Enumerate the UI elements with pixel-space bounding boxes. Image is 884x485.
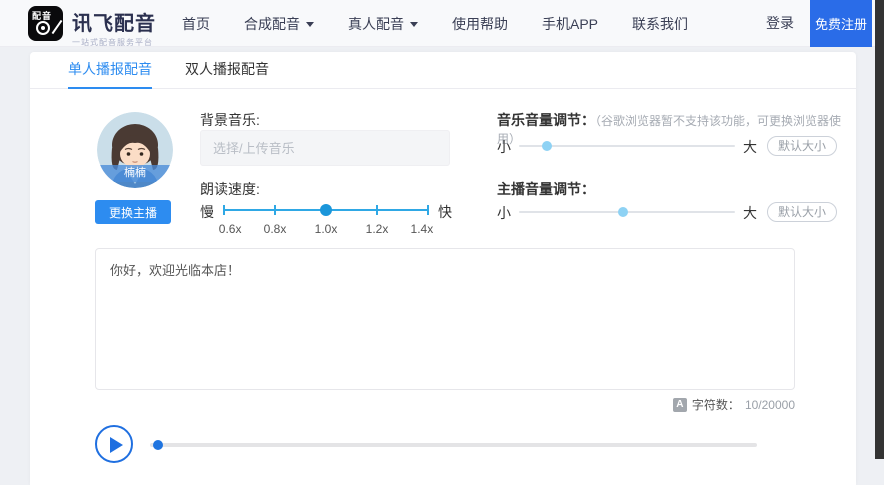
change-anchor-button[interactable]: 更换主播 xyxy=(95,200,171,224)
speed-tick-label[interactable]: 1.0x xyxy=(315,222,338,236)
speed-slider-track[interactable] xyxy=(224,209,428,211)
background-music-input[interactable] xyxy=(200,130,450,166)
speed-tick-label[interactable]: 1.4x xyxy=(411,222,434,236)
tab-single-broadcast[interactable]: 单人播报配音 xyxy=(68,52,152,89)
chevron-down-icon xyxy=(306,22,314,31)
tab-bar: 单人播报配音 双人播报配音 xyxy=(30,52,856,89)
audio-progress-handle[interactable] xyxy=(153,440,163,450)
nav-menu: 首页 合成配音 真人配音 使用帮助 手机APP 联系我们 xyxy=(182,0,688,47)
chevron-down-icon xyxy=(410,22,418,31)
brand-subtitle: 一站式配音服务平台 xyxy=(72,37,156,48)
music-volume-track[interactable] xyxy=(519,145,735,147)
speed-tick-labels: 0.6x 0.8x 1.0x 1.2x 1.4x xyxy=(224,222,428,236)
char-count-label: 字符数： xyxy=(692,396,740,413)
host-volume-label: 主播音量调节： xyxy=(497,179,595,199)
nav-item-contact[interactable]: 联系我们 xyxy=(632,14,688,34)
host-volume-reset-button[interactable]: 默认大小 xyxy=(767,202,837,222)
volume-min-label: 小 xyxy=(497,203,511,223)
audio-progress-bar[interactable] xyxy=(150,443,757,447)
speed-tick-label[interactable]: 0.6x xyxy=(219,222,242,236)
char-count-icon: A xyxy=(673,398,687,412)
nav-item-real-voice[interactable]: 真人配音 xyxy=(348,14,418,34)
reading-speed-slider: 慢 快 xyxy=(200,202,452,218)
anchor-avatar[interactable]: 楠楠 xyxy=(97,112,173,188)
tab-double-broadcast[interactable]: 双人播报配音 xyxy=(185,52,269,89)
music-volume-reset-button[interactable]: 默认大小 xyxy=(767,136,837,156)
nav-item-home[interactable]: 首页 xyxy=(182,14,210,34)
speed-tick-label[interactable]: 0.8x xyxy=(264,222,287,236)
brand-title: 讯飞配音 xyxy=(72,7,156,36)
reading-speed-label: 朗读速度: xyxy=(200,179,260,199)
music-volume-slider: 小 大 默认大小 xyxy=(497,136,853,156)
music-volume-handle[interactable] xyxy=(542,141,552,151)
volume-min-label: 小 xyxy=(497,137,511,157)
brand-logo-text[interactable]: 讯飞配音 一站式配音服务平台 xyxy=(72,7,156,48)
char-count: A 字符数： 10/20000 xyxy=(495,396,795,413)
nav-item-synth-dubbing[interactable]: 合成配音 xyxy=(244,14,314,34)
play-button[interactable] xyxy=(95,425,133,463)
page: 配音 讯飞配音 一站式配音服务平台 首页 合成配音 真人配音 使用帮助 手机AP… xyxy=(0,0,884,485)
volume-max-label: 大 xyxy=(743,203,757,223)
register-button[interactable]: 免费注册 xyxy=(810,0,872,47)
speed-min-label: 慢 xyxy=(200,202,214,222)
nav-item-help[interactable]: 使用帮助 xyxy=(452,14,508,34)
host-volume-handle[interactable] xyxy=(618,207,628,217)
script-text-area[interactable]: 你好，欢迎光临本店！ xyxy=(95,248,795,390)
volume-max-label: 大 xyxy=(743,137,757,157)
login-link[interactable]: 登录 xyxy=(766,0,794,47)
scrollbar[interactable] xyxy=(875,0,884,459)
background-music-label: 背景音乐: xyxy=(200,110,260,130)
speed-tick-label[interactable]: 1.2x xyxy=(366,222,389,236)
host-volume-slider: 小 大 默认大小 xyxy=(497,202,853,222)
main-card: 单人播报配音 双人播报配音 xyxy=(30,52,856,485)
brand-logo-icon[interactable]: 配音 xyxy=(28,6,63,41)
host-volume-track[interactable] xyxy=(519,211,735,213)
char-count-value: 10/20000 xyxy=(745,398,795,412)
play-icon xyxy=(110,437,123,453)
top-nav: 配音 讯飞配音 一站式配音服务平台 首页 合成配音 真人配音 使用帮助 手机AP… xyxy=(0,0,884,47)
speed-slider-handle[interactable] xyxy=(320,204,332,216)
nav-item-mobile-app[interactable]: 手机APP xyxy=(542,14,598,34)
anchor-name-badge: 楠楠 xyxy=(97,165,173,182)
speed-max-label: 快 xyxy=(438,202,452,222)
